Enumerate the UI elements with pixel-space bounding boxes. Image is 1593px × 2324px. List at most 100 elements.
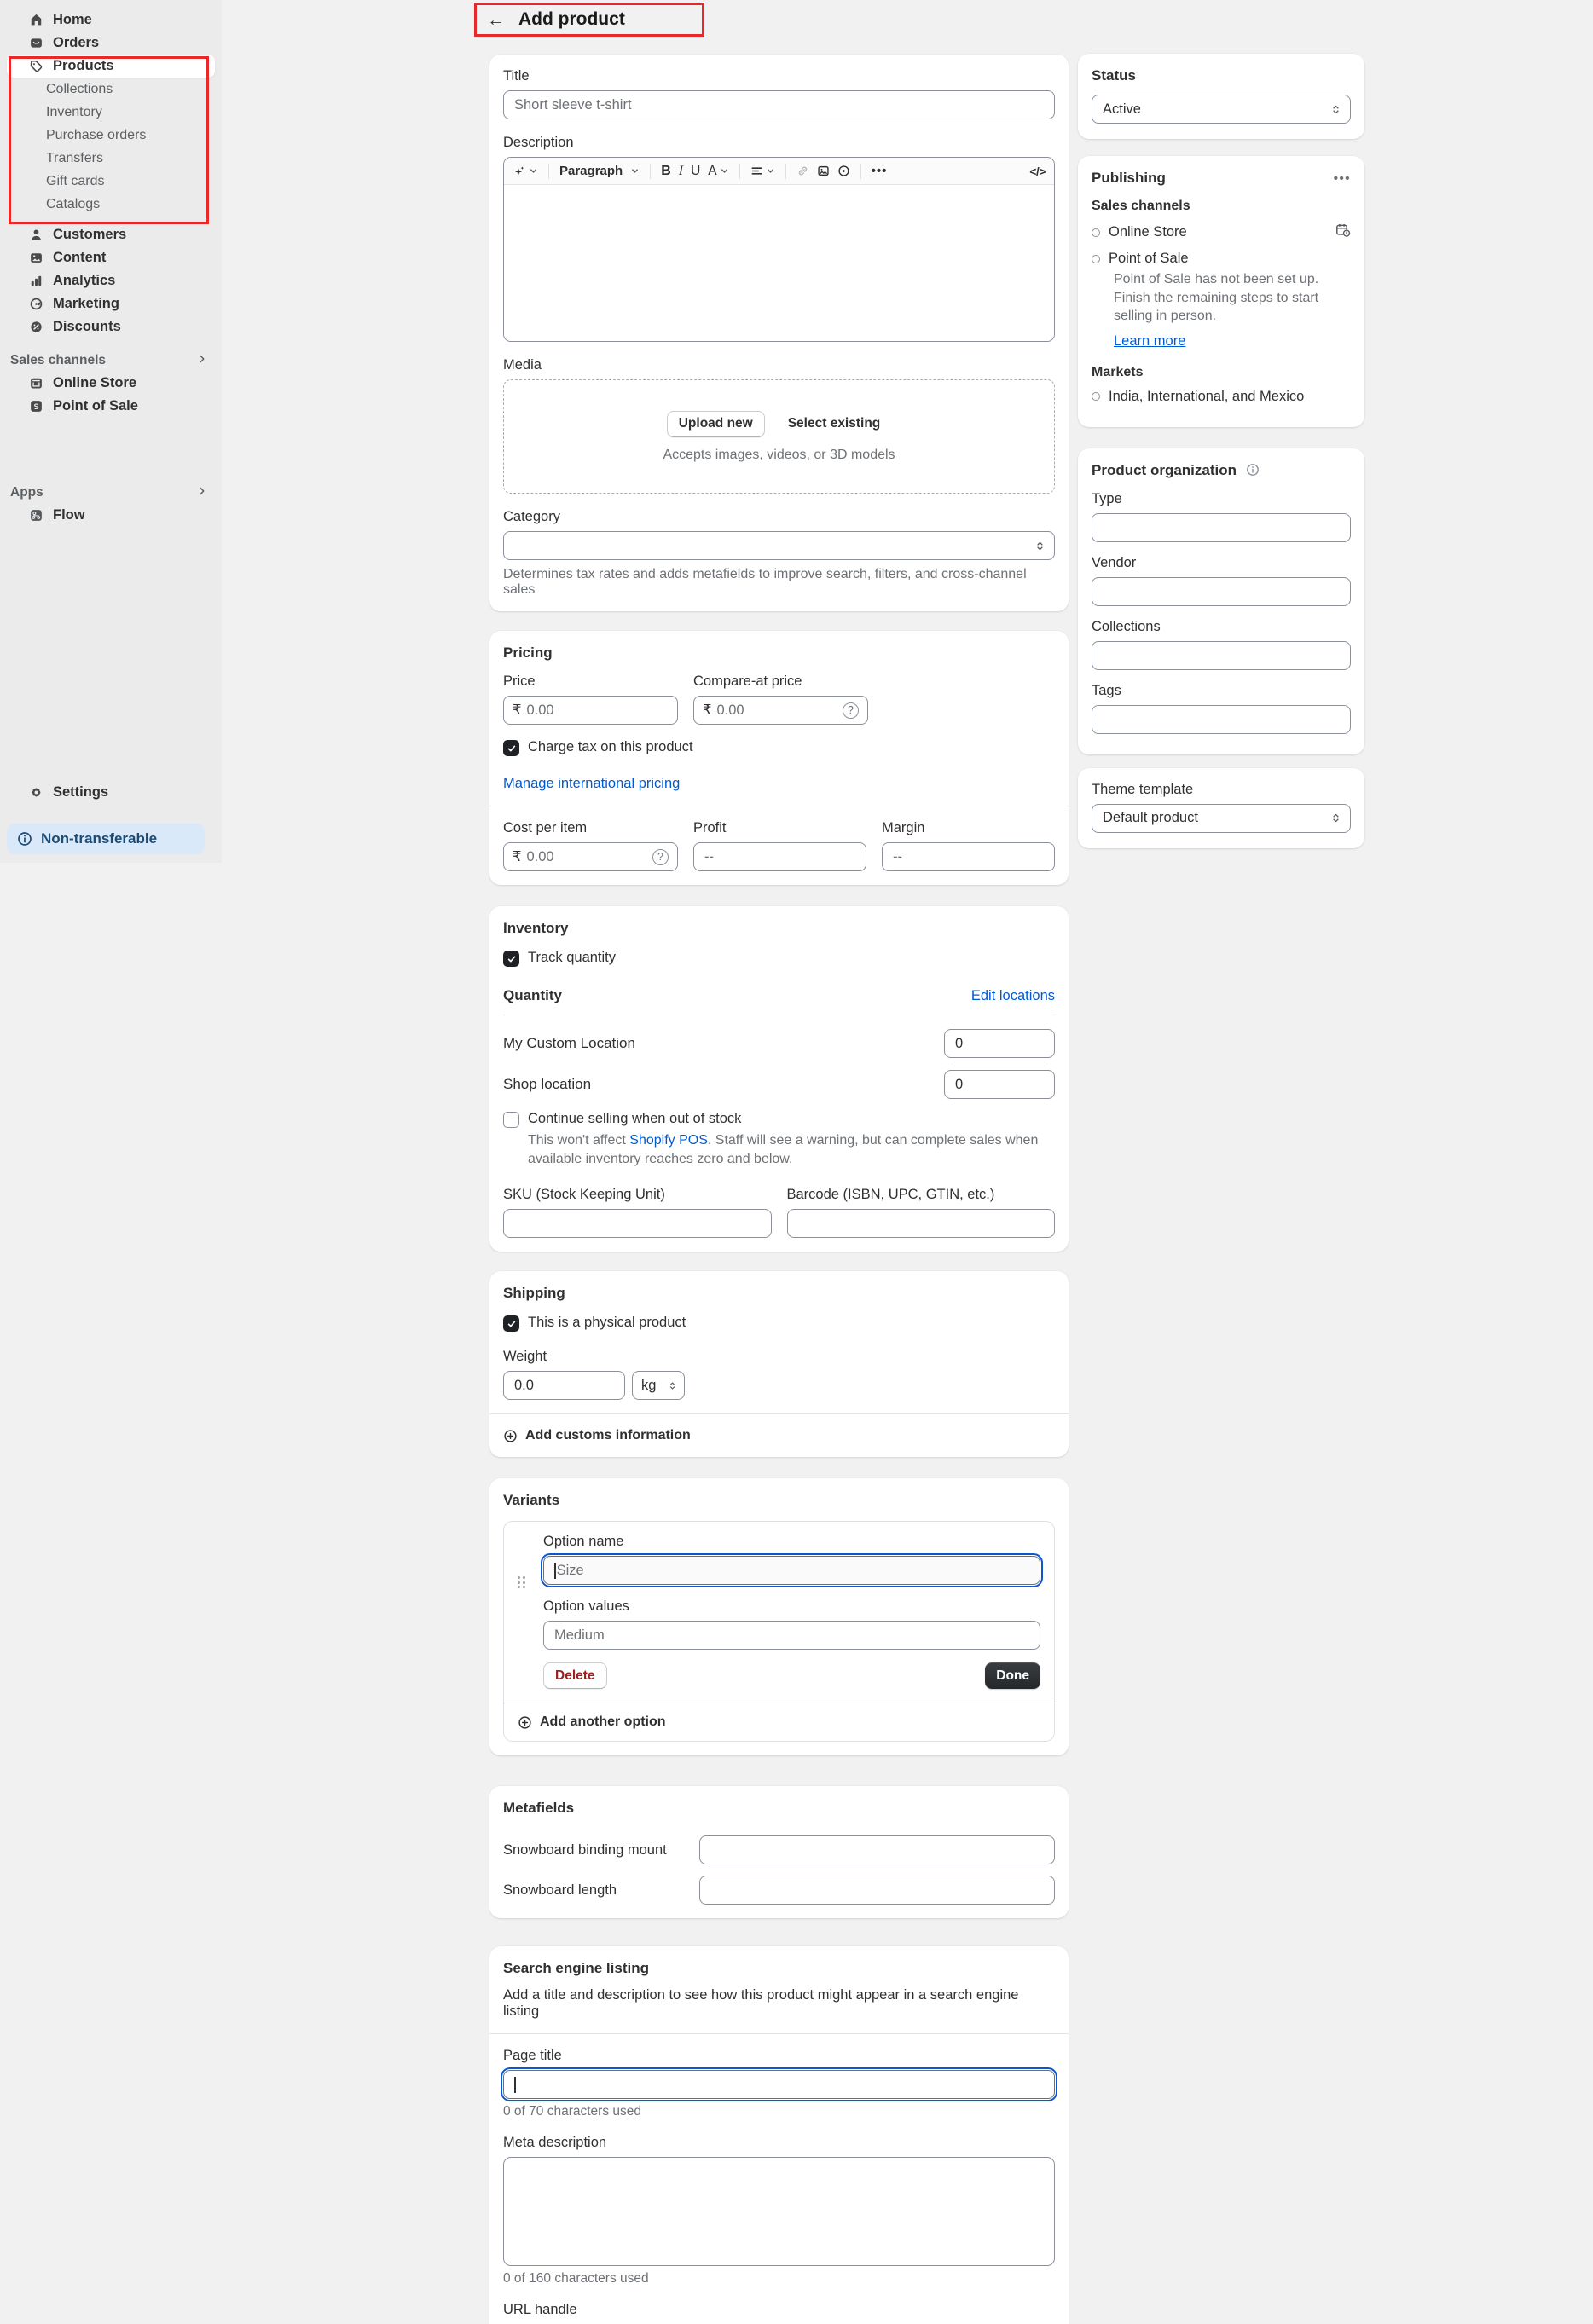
category-select[interactable] <box>503 531 1055 560</box>
shopify-pos-link[interactable]: Shopify POS <box>629 1133 708 1148</box>
manage-international-pricing-link[interactable]: Manage international pricing <box>503 776 680 791</box>
plus-circle-icon <box>503 1429 518 1443</box>
paragraph-style-dropdown[interactable]: Paragraph <box>559 164 640 178</box>
title-input[interactable] <box>503 90 1055 119</box>
select-existing-button[interactable]: Select existing <box>777 411 892 437</box>
add-another-option-button[interactable]: Add another option <box>504 1703 1054 1741</box>
insert-image-button[interactable] <box>817 165 830 177</box>
cost-per-item-input[interactable]: ₹ ? <box>503 842 678 871</box>
upload-new-button[interactable]: Upload new <box>667 411 765 437</box>
more-formatting-button[interactable]: ••• <box>872 164 888 178</box>
pos-note: Point of Sale has not been set up. Finis… <box>1114 270 1351 326</box>
track-quantity-row[interactable]: Track quantity <box>503 950 1055 967</box>
edit-locations-link[interactable]: Edit locations <box>971 988 1055 1004</box>
snowboard-binding-mount-input[interactable] <box>699 1835 1055 1864</box>
magic-ai-button[interactable] <box>513 165 538 178</box>
status-heading: Status <box>1092 67 1351 84</box>
sidebar-item-label: Online Store <box>53 375 136 391</box>
inventory-card: Inventory Track quantity Quantity Edit l… <box>489 906 1069 1252</box>
theme-template-select[interactable]: Default product <box>1092 804 1351 833</box>
track-quantity-checkbox[interactable] <box>503 951 519 967</box>
compare-at-price-input[interactable]: ₹ ? <box>693 696 868 725</box>
sidebar-item-home[interactable]: Home <box>7 9 215 32</box>
physical-product-row[interactable]: This is a physical product <box>503 1315 1055 1332</box>
product-organization-heading: Product organization <box>1092 462 1351 479</box>
help-icon[interactable]: ? <box>652 849 669 865</box>
more-menu-button[interactable]: ••• <box>1334 171 1351 186</box>
vendor-input[interactable] <box>1092 577 1351 606</box>
quantity-input-my-custom-location[interactable] <box>944 1029 1055 1058</box>
link-button[interactable] <box>796 165 809 177</box>
sidebar-item-customers[interactable]: Customers <box>7 223 215 246</box>
media-dropzone[interactable]: Upload new Select existing Accepts image… <box>503 379 1055 494</box>
status-select[interactable]: Active <box>1092 95 1351 124</box>
italic-button[interactable]: I <box>679 164 683 179</box>
apps-section[interactable]: Apps <box>0 482 222 504</box>
option-name-input[interactable]: Size <box>543 1556 1040 1585</box>
price-field[interactable] <box>527 702 669 719</box>
cost-per-item-label: Cost per item <box>503 820 678 836</box>
margin-input[interactable] <box>882 842 1055 871</box>
schedule-icon[interactable] <box>1335 223 1351 242</box>
done-option-button[interactable]: Done <box>985 1662 1040 1689</box>
profit-input[interactable] <box>693 842 866 871</box>
option-value-input[interactable] <box>543 1621 1040 1650</box>
continue-selling-checkbox[interactable] <box>503 1112 519 1128</box>
underline-button[interactable]: U <box>691 164 700 179</box>
location-row: My Custom Location <box>503 1029 1055 1058</box>
physical-product-checkbox[interactable] <box>503 1315 519 1332</box>
meta-description-textarea[interactable] <box>503 2157 1055 2266</box>
weight-unit-select[interactable]: kg <box>632 1371 685 1400</box>
delete-option-button[interactable]: Delete <box>543 1662 607 1689</box>
sidebar-item-content[interactable]: Content <box>7 246 215 269</box>
sidebar-item-gift-cards[interactable]: Gift cards <box>0 170 222 193</box>
barcode-input[interactable] <box>787 1209 1056 1238</box>
editor-toolbar: Paragraph B I U A <box>504 158 1054 185</box>
sidebar-item-purchase-orders[interactable]: Purchase orders <box>0 124 222 147</box>
page-title-input[interactable] <box>503 2070 1055 2099</box>
sales-channels-section[interactable]: Sales channels <box>0 350 222 372</box>
insert-video-button[interactable] <box>837 165 850 177</box>
quantity-input-shop-location[interactable] <box>944 1070 1055 1099</box>
info-icon[interactable] <box>1246 463 1260 477</box>
sidebar-item-point-of-sale[interactable]: S Point of Sale <box>7 395 215 418</box>
url-handle-label: URL handle <box>503 2302 1055 2318</box>
sidebar-item-transfers[interactable]: Transfers <box>0 147 222 170</box>
collections-input[interactable] <box>1092 641 1351 670</box>
sidebar-item-collections[interactable]: Collections <box>0 78 222 101</box>
sidebar-item-inventory[interactable]: Inventory <box>0 101 222 124</box>
price-input[interactable]: ₹ <box>503 696 678 725</box>
continue-selling-row[interactable]: Continue selling when out of stock This … <box>503 1111 1055 1168</box>
drag-handle-icon[interactable] <box>518 1576 526 1590</box>
compare-at-price-field[interactable] <box>717 702 838 719</box>
cost-per-item-field[interactable] <box>527 849 648 865</box>
sidebar-item-settings[interactable]: Settings <box>7 781 215 804</box>
publishing-card: Publishing ••• Sales channels Online Sto… <box>1078 156 1364 427</box>
description-textarea[interactable] <box>504 185 1054 341</box>
non-transferable-badge[interactable]: Non-transferable <box>7 824 205 854</box>
charge-tax-checkbox[interactable] <box>503 740 519 756</box>
type-input[interactable] <box>1092 513 1351 542</box>
gear-icon <box>29 785 43 800</box>
learn-more-link[interactable]: Learn more <box>1114 333 1185 350</box>
tags-input[interactable] <box>1092 705 1351 734</box>
sidebar-item-analytics[interactable]: Analytics <box>7 269 215 292</box>
sidebar-item-products[interactable]: Products <box>7 55 215 78</box>
sidebar-item-orders[interactable]: Orders <box>7 32 215 55</box>
sku-input[interactable] <box>503 1209 772 1238</box>
bold-button[interactable]: B <box>661 164 671 179</box>
back-arrow-icon[interactable]: ← <box>487 11 505 29</box>
sidebar-item-online-store[interactable]: Online Store <box>7 372 215 395</box>
text-color-button[interactable]: A <box>708 164 728 179</box>
alignment-button[interactable] <box>750 165 775 177</box>
charge-tax-row[interactable]: Charge tax on this product <box>503 739 1055 756</box>
sidebar-item-catalogs[interactable]: Catalogs <box>0 193 222 216</box>
code-view-button[interactable]: </> <box>1029 165 1046 178</box>
weight-input[interactable] <box>503 1371 625 1400</box>
sidebar-item-discounts[interactable]: Discounts <box>7 315 215 338</box>
help-icon[interactable]: ? <box>843 702 859 719</box>
add-customs-button[interactable]: Add customs information <box>503 1428 1055 1443</box>
sidebar-item-flow[interactable]: Flow <box>7 504 215 527</box>
snowboard-length-input[interactable] <box>699 1876 1055 1905</box>
sidebar-item-marketing[interactable]: Marketing <box>7 292 215 315</box>
